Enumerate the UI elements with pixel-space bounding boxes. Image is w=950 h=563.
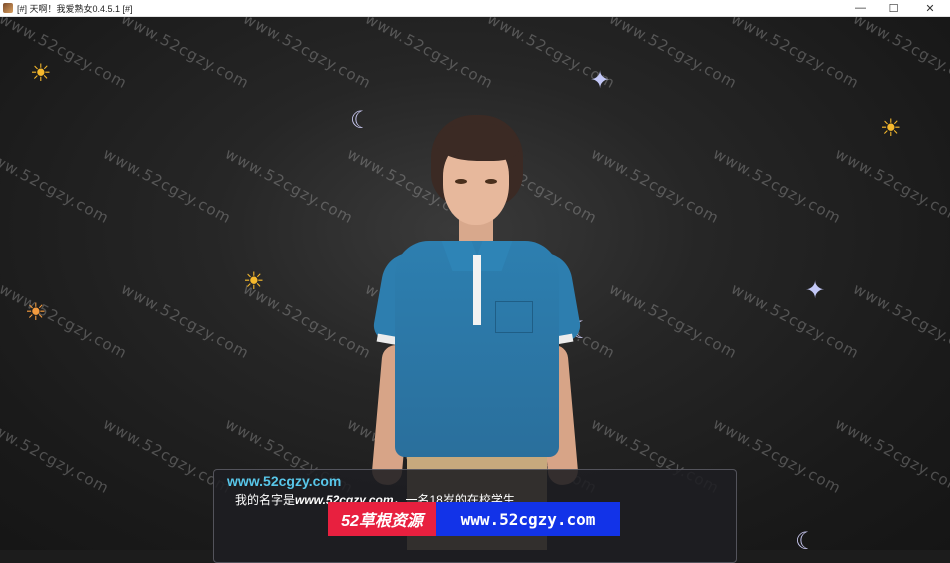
stars-icon[interactable]: ✦ (590, 69, 610, 93)
watermark-text: www.52cgzy.com (118, 17, 253, 93)
shirt-pocket (495, 301, 533, 333)
watermark-text: www.52cgzy.com (588, 144, 723, 228)
watermark-text: www.52cgzy.com (832, 414, 950, 498)
moon-icon[interactable]: ☾ (795, 530, 817, 551)
watermark-text: www.52cgzy.com (710, 144, 845, 228)
watermark-text: www.52cgzy.com (850, 17, 950, 93)
watermark-text: www.52cgzy.com (850, 279, 950, 363)
stars-icon[interactable]: ✦ (805, 279, 825, 303)
sunset-icon[interactable]: ☀ (25, 301, 47, 325)
sun-icon[interactable]: ☀ (243, 270, 265, 294)
watermark-text: www.52cgzy.com (832, 144, 950, 228)
watermark-text: www.52cgzy.com (362, 17, 497, 93)
hair-bangs (435, 123, 519, 161)
maximize-button[interactable]: ☐ (877, 0, 910, 16)
watermark-text: www.52cgzy.com (0, 279, 131, 363)
watermark-text: www.52cgzy.com (118, 279, 253, 363)
watermark-text: www.52cgzy.com (222, 144, 357, 228)
minimize-button[interactable]: — (844, 0, 877, 16)
close-button[interactable]: ✕ (910, 0, 950, 16)
watermark-text: www.52cgzy.com (100, 144, 235, 228)
left-eye (455, 179, 467, 184)
dialog-text-prefix: 我的名字是 (235, 493, 296, 507)
watermark-text: www.52cgzy.com (0, 17, 131, 93)
watermark-banner-red: 52草根资源 (328, 502, 436, 536)
sun-icon[interactable]: ☀ (880, 117, 902, 141)
watermark-text: www.52cgzy.com (728, 17, 863, 93)
watermark-text: www.52cgzy.com (728, 279, 863, 363)
speaker-name: www.52cgzy.com (227, 473, 342, 489)
watermark-text: www.52cgzy.com (0, 414, 113, 498)
app-icon (3, 3, 13, 13)
watermark-text: www.52cgzy.com (606, 279, 741, 363)
watermark-text: www.52cgzy.com (240, 17, 375, 93)
sun-icon[interactable]: ☀ (30, 62, 52, 86)
title-bar: [#] 天啊！我爱熟女0.4.5.1 [#] — ☐ ✕ (0, 0, 950, 17)
window-title: [#] 天啊！我爱熟女0.4.5.1 [#] (17, 3, 133, 14)
right-eye (485, 179, 497, 184)
watermark-text: www.52cgzy.com (606, 17, 741, 93)
watermark-text: www.52cgzy.com (0, 144, 113, 228)
shirt-placket (473, 255, 481, 325)
watermark-banner-blue: www.52cgzy.com (436, 502, 620, 536)
